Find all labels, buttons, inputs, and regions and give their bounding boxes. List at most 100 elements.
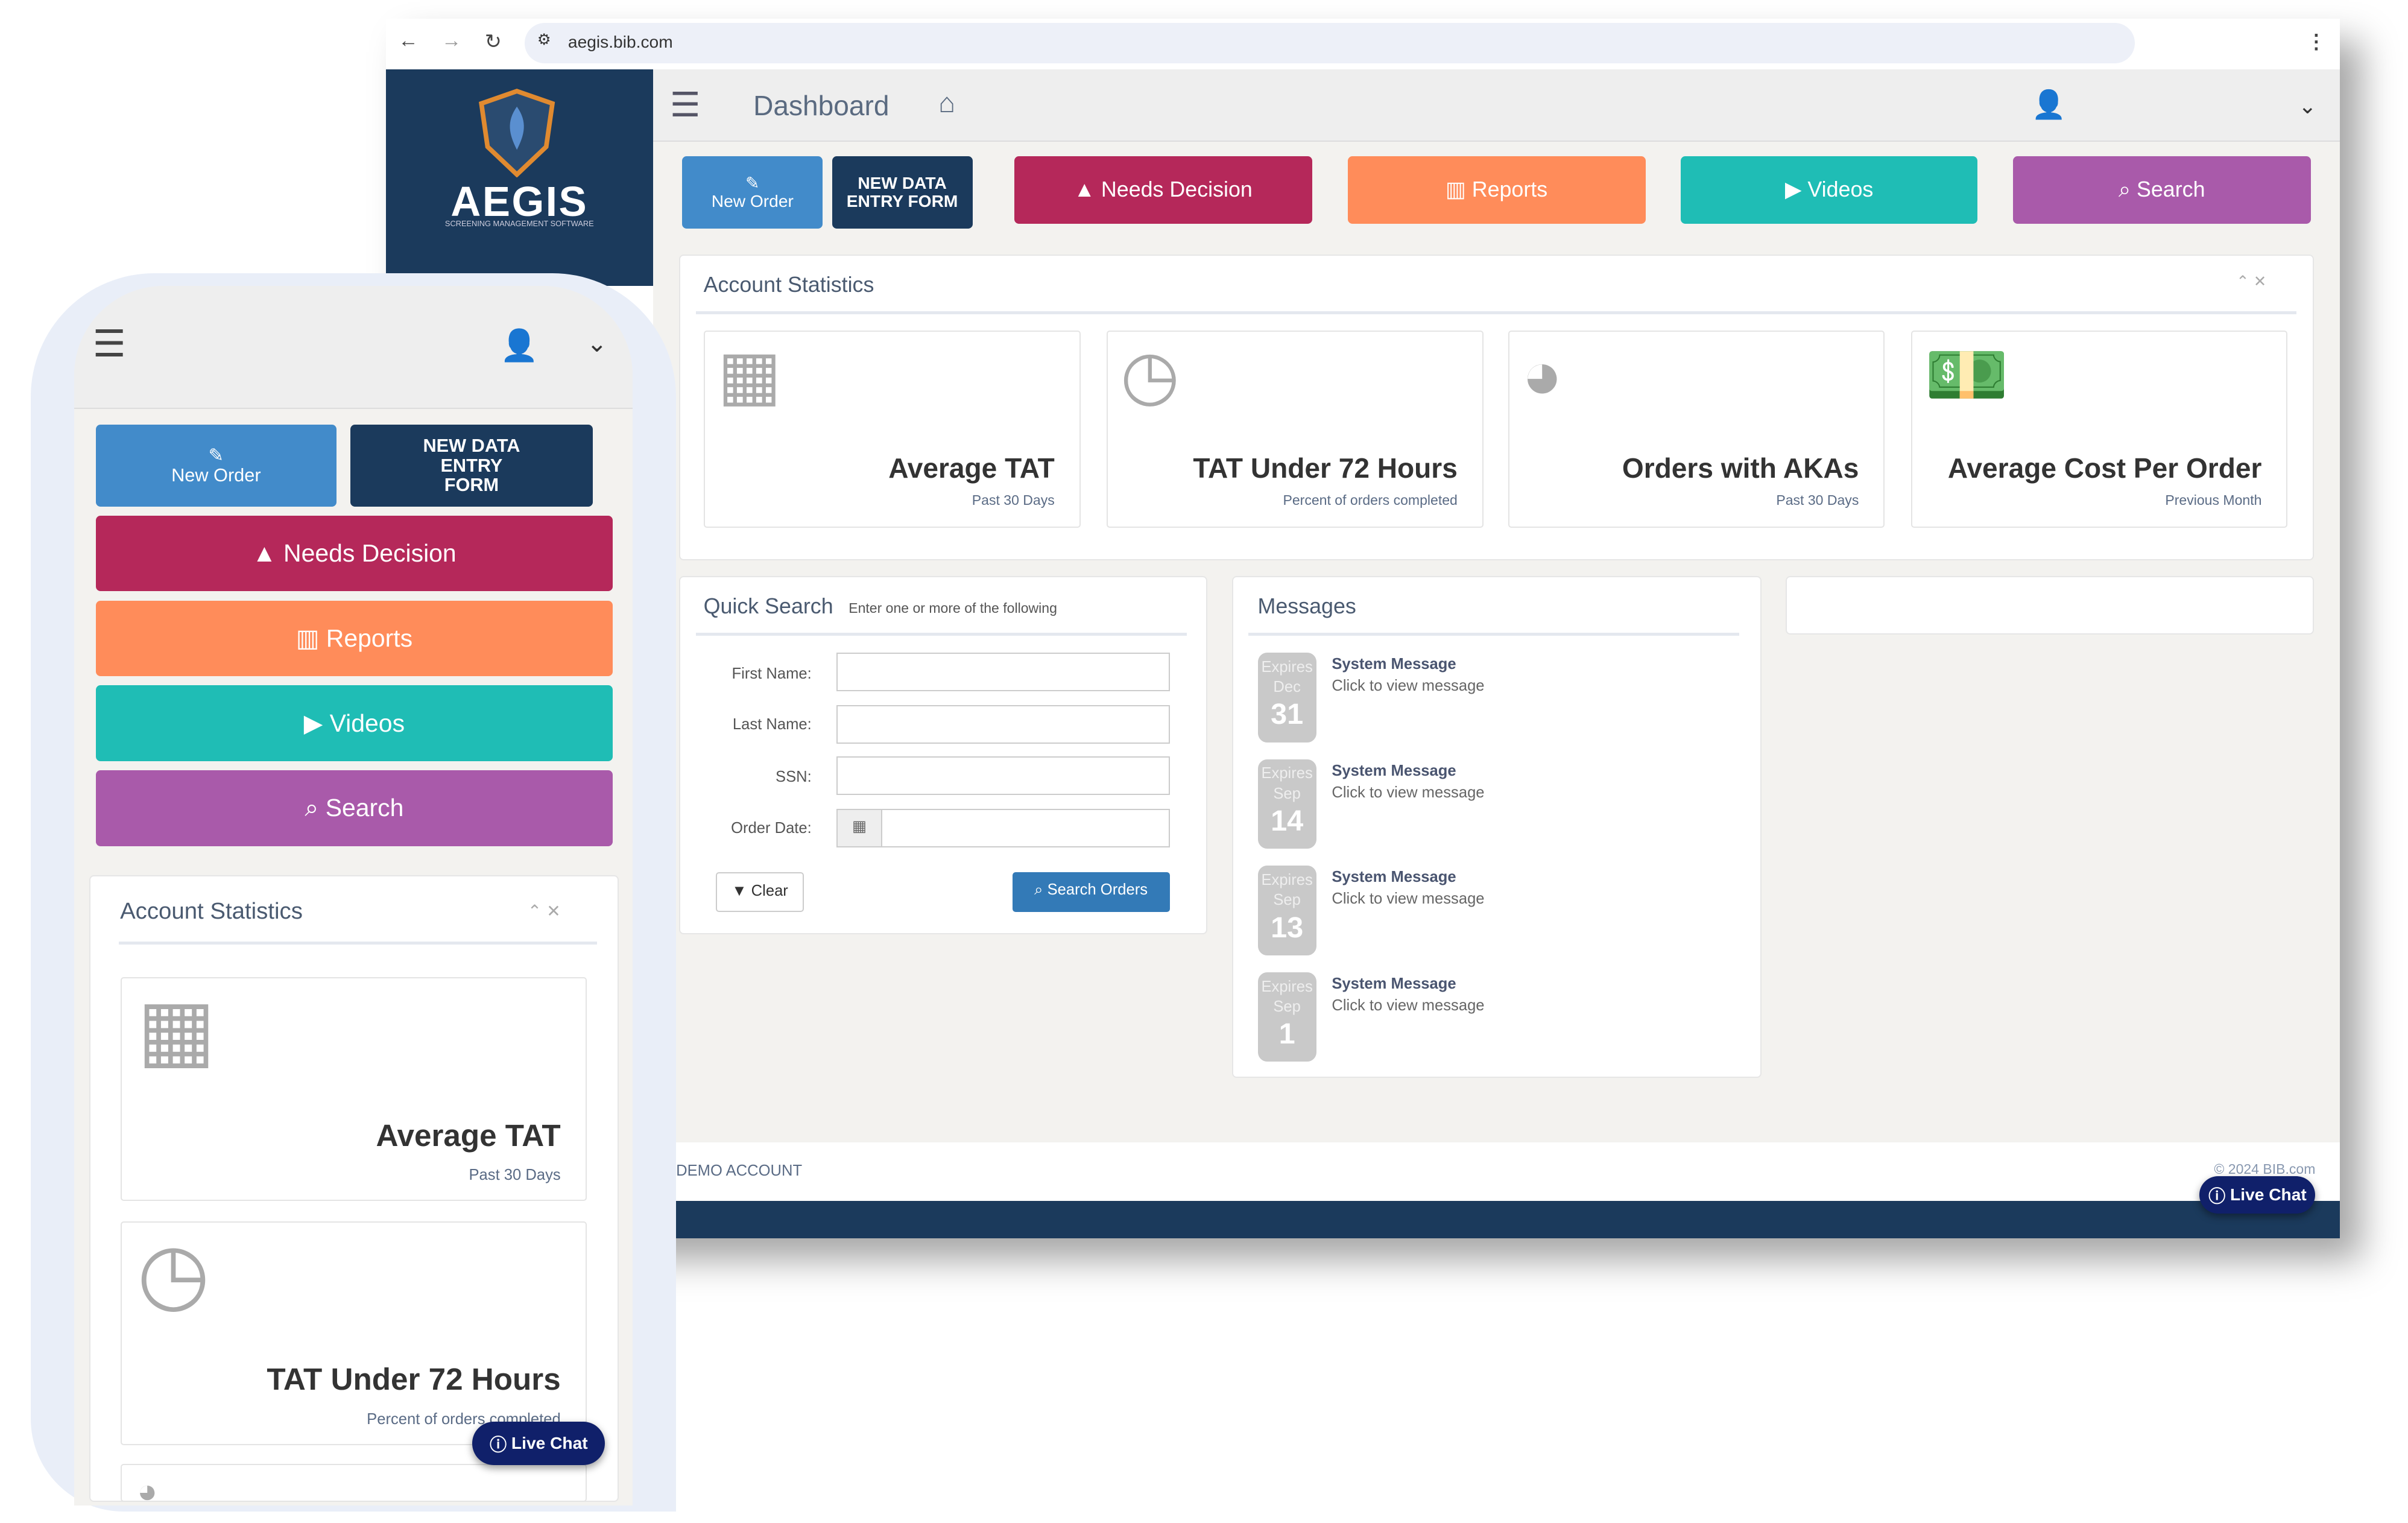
back-icon[interactable]: ←	[398, 30, 418, 52]
collapse-icon[interactable]: ⌃ ✕	[2236, 273, 2266, 291]
stat-subtitle: Past 30 Days	[1776, 492, 1859, 508]
screenshot-stage: ← → ↻ ⚙ aegis.bib.com ⋮ AEGIS SCREENING M…	[0, 0, 2408, 1522]
videos-button[interactable]: ▶ Videos	[95, 685, 613, 761]
calendar-icon: ▦	[717, 337, 782, 413]
user-avatar-icon[interactable]: 👤	[2031, 88, 2065, 121]
stat-subtitle: Previous Month	[2165, 492, 2262, 508]
stat-subtitle: Past 30 Days	[469, 1167, 561, 1184]
new-data-entry-form-button[interactable]: NEW DATA ENTRY FORM	[350, 424, 593, 507]
collapse-icon[interactable]: ⌃ ✕	[528, 901, 561, 921]
forward-icon[interactable]: →	[441, 30, 461, 52]
search-icon: ⌕	[1034, 881, 1043, 898]
quick-search-panel: Quick Search Enter one or more of the fo…	[679, 575, 1207, 934]
ssn-input[interactable]	[836, 756, 1170, 795]
stat-card[interactable]: ◷ TAT Under 72 Hours Percent of orders c…	[120, 1221, 587, 1445]
ssn-label: SSN:	[776, 768, 812, 786]
last-name-input[interactable]	[836, 705, 1170, 744]
help-icon: ⓘ	[489, 1435, 511, 1454]
live-chat-button[interactable]: ⓘ Live Chat	[2199, 1176, 2316, 1214]
order-date-label: Order Date:	[731, 819, 812, 837]
panel-title: Quick Search	[703, 594, 833, 618]
messages-panel: Messages Expires Dec 31 System Message Cli…	[1231, 575, 1762, 1078]
search-icon: ⌕	[2118, 177, 2137, 202]
expiry-badge: Expires Sep 1	[1257, 972, 1316, 1062]
stat-card[interactable]: ◕ Orders with AKAs Past 30 Days	[1508, 330, 1885, 528]
chevron-down-icon[interactable]: ⌄	[587, 329, 607, 358]
brand-name: AEGIS	[450, 178, 589, 226]
hamburger-menu-icon[interactable]: ☰	[670, 85, 700, 125]
message-item[interactable]: Expires Dec 31 System Message Click to vie…	[1257, 653, 1752, 746]
bar-chart-icon: ▥	[1445, 177, 1472, 202]
message-item[interactable]: Expires Sep 13 System Message Click to vie…	[1257, 866, 1752, 958]
address-bar[interactable]: ⚙ aegis.bib.com	[525, 23, 2135, 63]
top-header: ☰ Dashboard ⌂ 👤 ⌄	[653, 69, 2340, 142]
message-link[interactable]: Click to view message	[1332, 890, 1484, 908]
reports-button[interactable]: ▥ Reports	[95, 600, 613, 677]
search-button[interactable]: ⌕ Search	[95, 770, 613, 846]
panel-hint: Enter one or more of the following	[848, 600, 1057, 616]
stat-title: Average TAT	[888, 452, 1055, 484]
warning-icon: ▲	[252, 539, 283, 568]
stat-title: TAT Under 72 Hours	[267, 1362, 561, 1396]
last-name-label: Last Name:	[732, 716, 812, 733]
reload-icon[interactable]: ↻	[485, 30, 502, 54]
stat-subtitle: Percent of orders completed	[1283, 492, 1458, 508]
browser-menu-icon[interactable]: ⋮	[2306, 30, 2326, 54]
stat-title: TAT Under 72 Hours	[1193, 452, 1458, 484]
brand-tagline: SCREENING MANAGEMENT SOFTWARE	[444, 219, 594, 229]
chevron-down-icon[interactable]: ⌄	[2298, 94, 2316, 119]
message-link[interactable]: Click to view message	[1332, 677, 1484, 695]
reports-button[interactable]: ▥ Reports	[1347, 156, 1646, 224]
expiry-badge: Expires Sep 13	[1257, 866, 1316, 955]
stat-card[interactable]: ▦ Average TAT Past 30 Days	[120, 977, 587, 1202]
stat-card[interactable]: 💵 Average Cost Per Order Previous Month	[1910, 330, 2288, 528]
site-info-icon[interactable]: ⚙	[537, 31, 551, 49]
message-title: System Message	[1332, 975, 1456, 993]
needs-decision-button[interactable]: ▲ Needs Decision	[95, 515, 613, 592]
new-data-entry-form-button[interactable]: NEW DATA ENTRY FORM	[832, 156, 973, 229]
pie-chart-icon: ◕	[137, 1471, 158, 1510]
home-icon[interactable]: ⌂	[938, 86, 955, 119]
stat-card[interactable]: ◷ TAT Under 72 Hours Percent of orders c…	[1107, 330, 1484, 528]
page-title: Dashboard	[753, 90, 890, 122]
message-link[interactable]: Click to view message	[1332, 997, 1484, 1015]
copyright: © 2024 BIB.com	[2214, 1160, 2316, 1177]
panel-title: Messages	[1257, 594, 1356, 618]
footer-bar	[676, 1201, 2340, 1238]
empty-panel	[1786, 575, 2314, 635]
videos-button[interactable]: ▶ Videos	[1681, 156, 1977, 224]
panel-title: Account Statistics	[120, 898, 303, 925]
expiry-badge: Expires Dec 31	[1257, 653, 1316, 743]
stat-card[interactable]: ▦ Average TAT Past 30 Days	[704, 330, 1081, 528]
stat-subtitle: Past 30 Days	[972, 492, 1055, 508]
new-order-button[interactable]: ✎ New Order	[95, 424, 337, 507]
filter-icon: ▼	[732, 882, 747, 899]
message-item[interactable]: Expires Sep 14 System Message Click to vie…	[1257, 759, 1752, 852]
message-title: System Message	[1332, 869, 1456, 886]
panel-title: Account Statistics	[703, 273, 874, 297]
message-link[interactable]: Click to view message	[1332, 784, 1484, 802]
stat-title: Average TAT	[376, 1118, 561, 1153]
new-order-button[interactable]: ✎ New Order	[682, 156, 823, 229]
needs-decision-button[interactable]: ▲ Needs Decision	[1014, 156, 1312, 224]
hamburger-menu-icon[interactable]: ☰	[93, 323, 126, 366]
calendar-icon[interactable]: ▦	[836, 808, 883, 847]
expiry-badge: Expires Sep 14	[1257, 759, 1316, 849]
live-chat-button[interactable]: ⓘ Live Chat	[472, 1422, 605, 1466]
message-title: System Message	[1332, 762, 1456, 779]
pie-chart-icon: ◕	[1522, 337, 1563, 413]
bar-chart-icon: ▥	[295, 624, 326, 652]
first-name-input[interactable]	[836, 653, 1170, 692]
search-orders-button[interactable]: ⌕ Search Orders	[1012, 872, 1170, 913]
account-label: DEMO ACCOUNT	[676, 1162, 803, 1180]
money-icon: 💵	[1924, 337, 2009, 413]
search-button[interactable]: ⌕ Search	[2012, 156, 2311, 224]
user-avatar-icon[interactable]: 👤	[500, 328, 539, 364]
message-title: System Message	[1332, 656, 1456, 673]
clear-button[interactable]: ▼ Clear	[716, 872, 804, 913]
calendar-icon: ▦	[137, 983, 216, 1076]
message-item[interactable]: Expires Sep 1 System Message Click to view…	[1257, 972, 1752, 1065]
stat-card[interactable]: ◕	[120, 1463, 587, 1508]
stat-title: Orders with AKAs	[1622, 452, 1859, 484]
order-date-input[interactable]	[880, 808, 1170, 847]
